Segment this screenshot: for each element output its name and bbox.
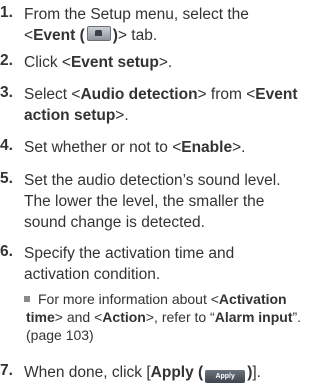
- step-text: Set whether or not to <Enable>.: [24, 139, 246, 156]
- apply-button-icon: Apply: [205, 370, 246, 383]
- step-text: Select <Audio detection> from <Event act…: [24, 86, 298, 124]
- step-text: From the Setup menu, select the <Event (…: [24, 6, 249, 44]
- bullet-icon: [24, 296, 30, 302]
- step-number: 2.: [0, 52, 13, 69]
- step-number: 1.: [0, 4, 13, 21]
- step-text: Click <Event setup>.: [24, 54, 173, 71]
- step-text: Set the audio detection’s sound level. T…: [24, 172, 281, 231]
- event-tab-icon: [86, 26, 111, 41]
- step-text: When done, click [Apply (Apply)].: [24, 364, 261, 383]
- step-number: 4.: [0, 137, 13, 154]
- manual-page: 1. From the Setup menu, select the <Even…: [0, 0, 331, 388]
- step-number: 6.: [0, 243, 13, 260]
- info-note: For more information about <Activation t…: [24, 291, 302, 343]
- step-number: 3.: [0, 84, 13, 101]
- step-text: Specify the activation time and activati…: [24, 245, 235, 283]
- step-number: 7.: [0, 362, 13, 379]
- step-number: 5.: [0, 170, 13, 187]
